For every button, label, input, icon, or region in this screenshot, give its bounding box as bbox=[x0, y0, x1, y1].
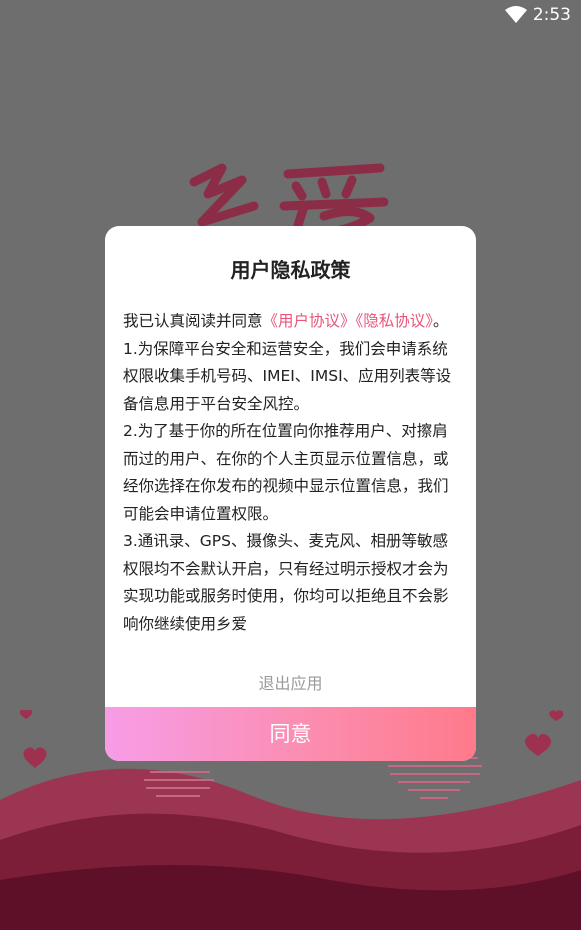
policy-paragraph-1: 1.为保障平台安全和运营安全，我们会申请系统权限收集手机号码、IMEI、IMSI… bbox=[123, 339, 452, 413]
agree-button[interactable]: 同意 bbox=[105, 707, 476, 761]
dialog-title: 用户隐私政策 bbox=[230, 258, 351, 282]
policy-paragraph-2: 2.为了基于你的所在位置向你推荐用户、对擦肩而过的用户、在你的个人主页显示位置信… bbox=[123, 422, 449, 523]
policy-paragraph-3: 3.通讯录、GPS、摄像头、麦克风、相册等敏感权限均不会默认开启，只有经过明示授… bbox=[123, 532, 449, 633]
wifi-icon bbox=[505, 6, 527, 23]
status-time: 2:53 bbox=[532, 5, 571, 25]
policy-intro: 我已认真阅读并同意《用户协议》《隐私协议》。 bbox=[123, 308, 461, 336]
intro-prefix: 我已认真阅读并同意 bbox=[123, 312, 263, 330]
exit-app-button[interactable]: 退出应用 bbox=[105, 666, 476, 702]
privacy-policy-dialog: 用户隐私政策 我已认真阅读并同意《用户协议》《隐私协议》。 1.为保障平台安全和… bbox=[105, 226, 476, 761]
status-bar: 2:53 bbox=[0, 0, 581, 32]
policy-text-scroll-area[interactable]: 我已认真阅读并同意《用户协议》《隐私协议》。 1.为保障平台安全和运营安全，我们… bbox=[123, 308, 461, 650]
privacy-agreement-link[interactable]: 《隐私协议》 bbox=[356, 312, 434, 330]
user-agreement-link[interactable]: 《用户协议》 bbox=[263, 312, 356, 330]
intro-suffix: 。 bbox=[433, 312, 449, 330]
